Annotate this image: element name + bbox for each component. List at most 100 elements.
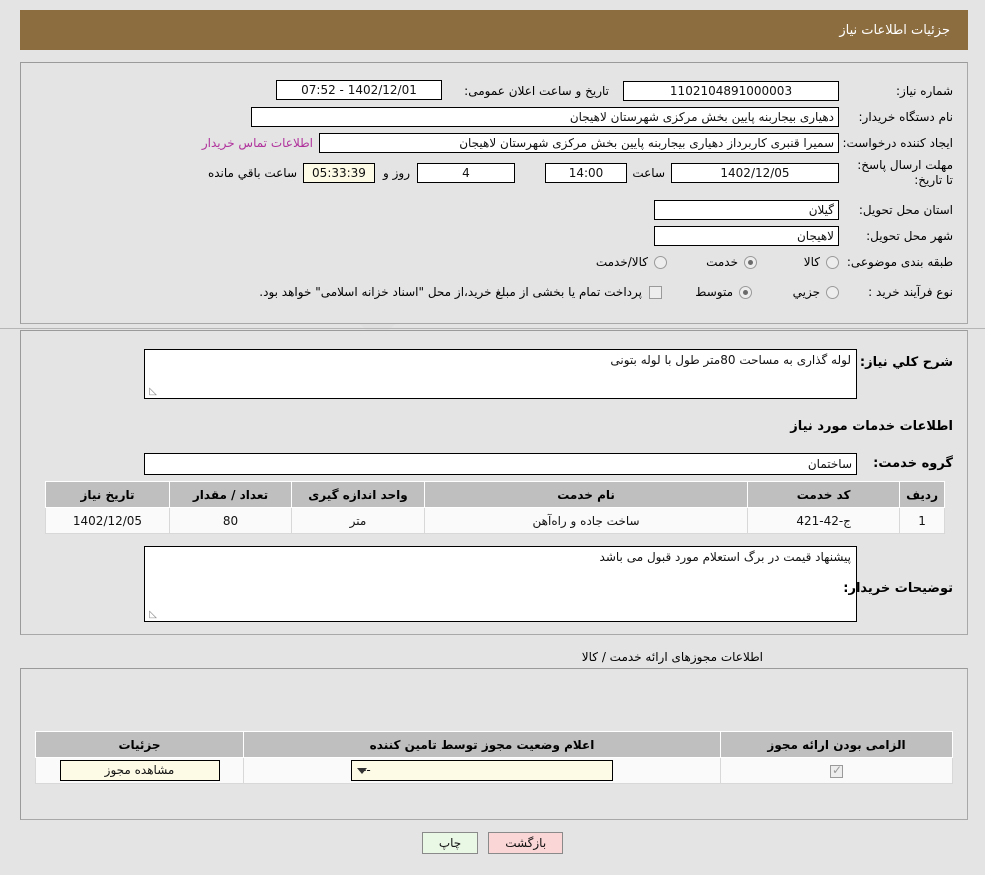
category-radio-kala-khedmat-label: کالا/خدمت [595, 255, 648, 269]
services-td-code: ج-42-421 [747, 507, 901, 534]
process-radio-jozei-label: جزیي [792, 285, 820, 299]
deadline-date-field[interactable]: 1402/12/05 [671, 163, 839, 183]
announce-datetime-label: تاریخ و ساعت اعلان عمومی: [464, 84, 609, 98]
process-radio-jozei-input[interactable] [826, 285, 839, 299]
treasury-bonds-checkbox[interactable] [649, 285, 662, 299]
license-status-value: -- [362, 763, 371, 777]
province-label: استان محل تحویل: [858, 203, 953, 217]
remaining-days-label: روز و [383, 166, 410, 180]
services-th-qty: تعداد / مقدار [169, 481, 292, 508]
buyer-org-label: نام دستگاه خریدار: [858, 110, 954, 124]
process-radio-motavaset[interactable]: متوسط [695, 285, 752, 299]
buyer-notes-textarea[interactable]: پیشنهاد قیمت در برگ استعلام مورد قبول می… [144, 546, 857, 622]
licenses-th-status: اعلام وضعیت مجوز توسط تامین کننده [243, 731, 721, 758]
city-value: لاهیجان [796, 229, 834, 243]
deadline-time-field[interactable]: 14:00 [545, 163, 627, 183]
remaining-days-field[interactable]: 4 [417, 163, 515, 183]
resize-grip-icon[interactable]: ◺ [147, 387, 157, 397]
category-radio-kala-input[interactable] [826, 255, 839, 269]
license-required-checkbox [830, 763, 843, 778]
province-value: گیلان [808, 203, 834, 217]
need-number-value: 1102104891000003 [669, 84, 793, 98]
category-label: طبقه بندی موضوعی: [846, 255, 953, 269]
services-table: ردیف کد خدمت نام خدمت واحد اندازه گیری ت… [45, 481, 945, 534]
process-radio-motavaset-input[interactable] [739, 285, 752, 299]
days-label-wrap: روز و [383, 166, 410, 180]
deadline-date-value: 1402/12/05 [720, 166, 790, 180]
announce-label-wrap: تاریخ و ساعت اعلان عمومی: [464, 84, 609, 98]
services-td-radif: 1 [899, 507, 945, 534]
table-row: 1 ج-42-421 ساخت جاده و راه‌آهن متر 80 14… [45, 507, 945, 534]
services-td-date: 1402/12/05 [45, 507, 170, 534]
requester-label-wrap: ایجاد کننده درخواست: [842, 136, 953, 150]
view-license-button[interactable]: مشاهده مجوز [59, 760, 220, 781]
page-title-text: جزئیات اطلاعات نیاز [839, 22, 950, 38]
countdown-value: 05:33:39 [312, 166, 366, 180]
general-description-textarea[interactable]: لوله گذاری به مساحت 80متر طول با لوله بت… [144, 349, 857, 399]
licenses-td-status: -- [243, 757, 721, 784]
services-td-qty: 80 [169, 507, 292, 534]
service-group-field[interactable]: ساختمان [144, 453, 857, 475]
licenses-panel: الزامی بودن ارائه مجوز اعلام وضعیت مجوز … [20, 668, 968, 820]
contact-link-wrap[interactable]: اطلاعات تماس خریدار [202, 136, 313, 150]
services-th-code: کد خدمت [747, 481, 901, 508]
services-th-date: تاریخ نیاز [45, 481, 170, 508]
licenses-table: الزامی بودن ارائه مجوز اعلام وضعیت مجوز … [35, 731, 953, 784]
need-number-label-wrap: شماره نیاز: [896, 84, 953, 98]
process-label-wrap: نوع فرآیند خرید : [868, 285, 953, 299]
page-title: جزئیات اطلاعات نیاز [20, 10, 968, 50]
remaining-label-wrap: ساعت باقي مانده [208, 166, 297, 180]
general-description-label: شرح کلي نیاز: [859, 355, 953, 370]
treasury-bonds-option[interactable]: پرداخت تمام یا بخشی از مبلغ خرید،از محل … [259, 285, 662, 299]
province-field[interactable]: گیلان [654, 200, 839, 220]
category-radio-khedmat-label: خدمت [706, 255, 738, 269]
licenses-th-required: الزامی بودن ارائه مجوز [720, 731, 953, 758]
table-row: -- مشاهده مجوز [35, 757, 953, 784]
print-button[interactable]: چاپ [421, 832, 479, 854]
services-td-unit: متر [291, 507, 425, 534]
services-table-header-row: ردیف کد خدمت نام خدمت واحد اندازه گیری ت… [45, 481, 945, 508]
category-radio-khedmat-input[interactable] [744, 255, 757, 269]
deadline-label: مهلت ارسال پاسخ: تا تاریخ: [857, 158, 953, 187]
licenses-table-header-row: الزامی بودن ارائه مجوز اعلام وضعیت مجوز … [35, 731, 953, 758]
resize-grip-icon-notes[interactable]: ◺ [147, 610, 157, 620]
licenses-td-details: مشاهده مجوز [35, 757, 244, 784]
service-group-label: گروه خدمت: [873, 456, 953, 471]
need-number-field[interactable]: 1102104891000003 [623, 81, 839, 101]
section-divider [0, 328, 985, 329]
buyer-org-value: دهیاری بیجاربنه پایین بخش مرکزی شهرستان … [569, 110, 834, 124]
category-radio-kala-khedmat-input[interactable] [654, 255, 667, 269]
announce-datetime-value: 1402/12/01 - 07:52 [301, 83, 417, 97]
buyer-org-field[interactable]: دهیاری بیجاربنه پایین بخش مرکزی شهرستان … [251, 107, 839, 127]
buyer-org-label-wrap: نام دستگاه خریدار: [859, 110, 954, 124]
license-status-select[interactable]: -- [351, 760, 613, 781]
remaining-hours-label: ساعت باقي مانده [207, 166, 297, 180]
buyer-contact-link[interactable]: اطلاعات تماس خریدار [202, 136, 313, 150]
services-info-title: اطلاعات خدمات مورد نیاز [790, 419, 953, 434]
announce-datetime-field[interactable]: 1402/12/01 - 07:52 [276, 80, 442, 100]
chevron-down-icon [357, 767, 367, 774]
category-radio-khedmat[interactable]: خدمت [706, 255, 757, 269]
need-info-panel: شماره نیاز: 1102104891000003 تاریخ و ساع… [20, 62, 968, 324]
process-radio-jozei[interactable]: جزیي [793, 285, 839, 299]
process-radio-motavaset-label: متوسط [695, 285, 733, 299]
time-label-wrap: ساعت [632, 166, 665, 180]
back-button[interactable]: بازگشت [488, 832, 564, 854]
category-radio-kala[interactable]: کالا [804, 255, 839, 269]
footer-buttons: بازگشت چاپ [0, 832, 985, 854]
service-group-value: ساختمان [807, 457, 852, 471]
remaining-days-value: 4 [462, 166, 470, 180]
deadline-time-label: ساعت [632, 166, 665, 180]
treasury-bonds-text: پرداخت تمام یا بخشی از مبلغ خرید،از محل … [259, 285, 642, 299]
general-description-value: لوله گذاری به مساحت 80متر طول با لوله بت… [610, 353, 851, 367]
deadline-label-wrap: مهلت ارسال پاسخ: تا تاریخ: [848, 158, 953, 188]
process-type-label: نوع فرآیند خرید : [868, 285, 953, 299]
requester-label: ایجاد کننده درخواست: [842, 136, 953, 150]
city-field[interactable]: لاهیجان [654, 226, 839, 246]
services-th-unit: واحد اندازه گیری [291, 481, 425, 508]
requester-value: سمیرا قنبری کاربرداز دهیاری بیجاربنه پای… [459, 136, 834, 150]
category-radio-kala-khedmat[interactable]: کالا/خدمت [596, 255, 667, 269]
requester-field[interactable]: سمیرا قنبری کاربرداز دهیاری بیجاربنه پای… [319, 133, 839, 153]
category-label-wrap: طبقه بندی موضوعی: [847, 255, 953, 269]
city-label-wrap: شهر محل تحویل: [866, 229, 953, 243]
